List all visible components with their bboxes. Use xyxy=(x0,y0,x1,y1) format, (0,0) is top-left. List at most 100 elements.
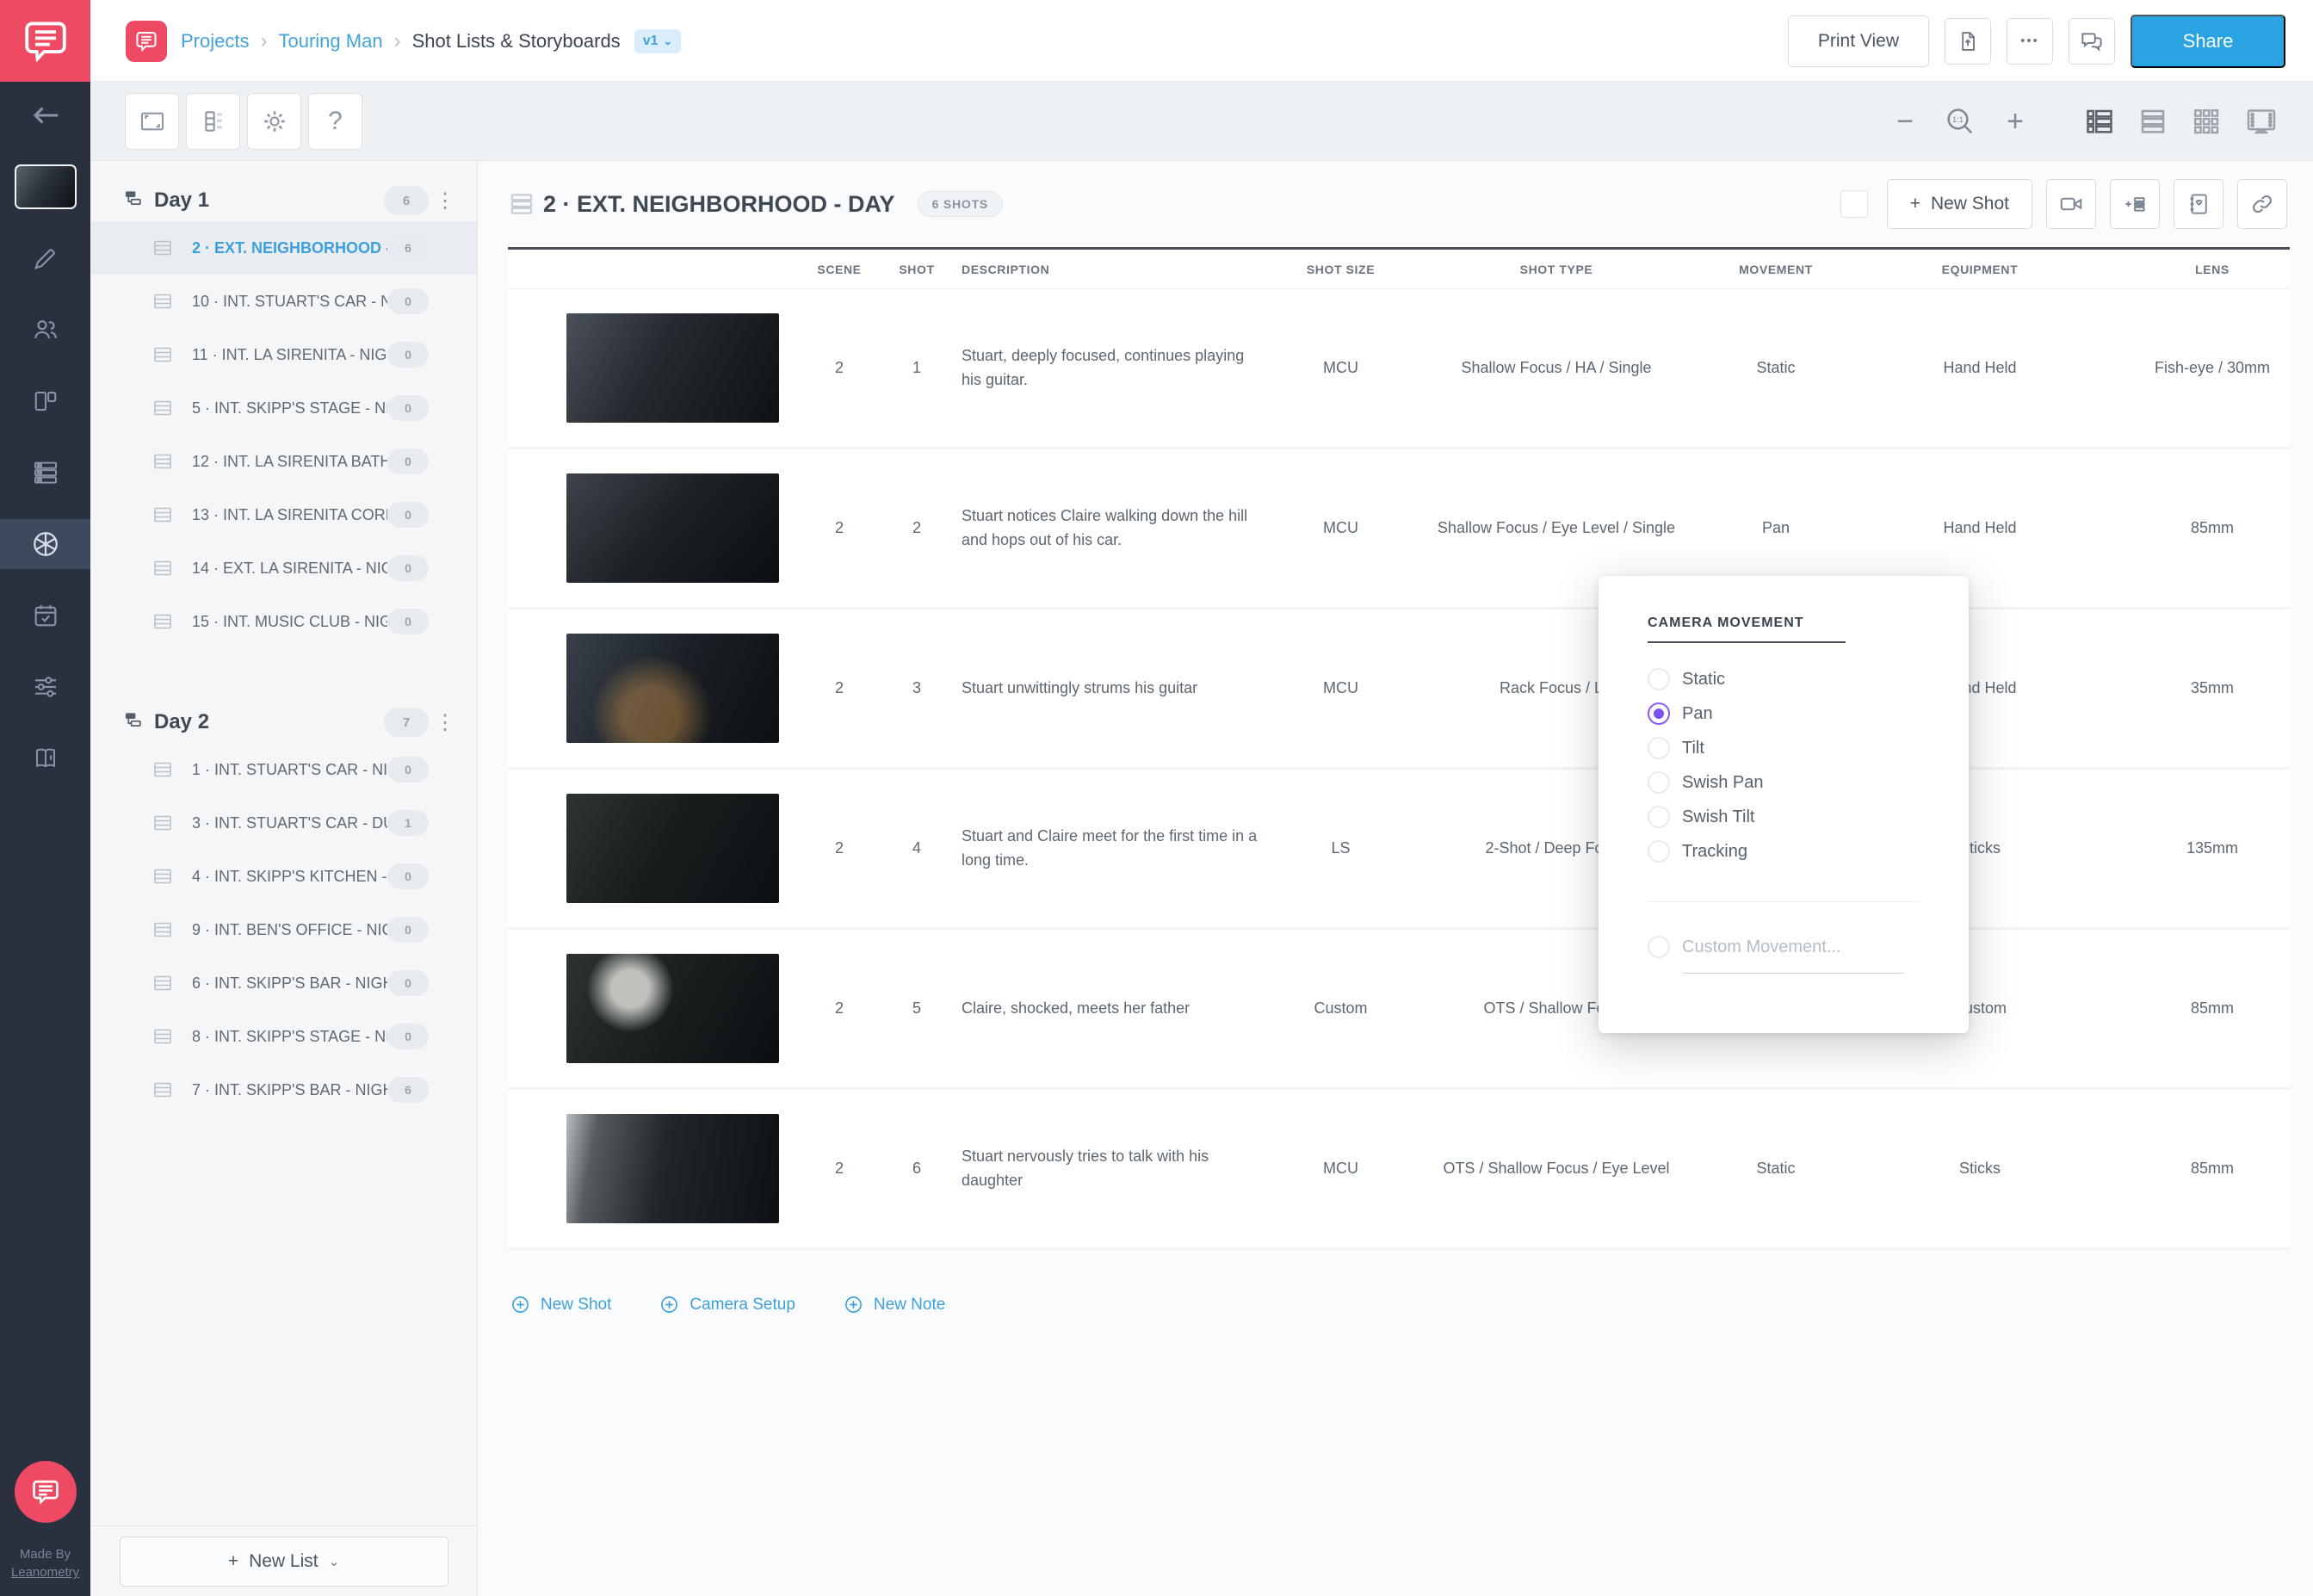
cell-equipment[interactable]: Sticks xyxy=(1825,1160,2135,1178)
cell-shot-size[interactable]: MCU xyxy=(1296,359,1386,377)
aspect-frame-button[interactable] xyxy=(125,92,179,150)
cell-equipment[interactable]: Hand Held xyxy=(1825,359,2135,377)
version-badge[interactable]: v1 ⌄ xyxy=(634,28,682,53)
cell-movement[interactable]: Static xyxy=(1727,359,1825,377)
movement-option-tilt[interactable]: Tilt xyxy=(1599,731,1969,765)
scene-list-item[interactable]: 11 · INT. LA SIRENITA - NIGHT 0 xyxy=(90,328,477,381)
scene-list-item[interactable]: 10 · INT. STUART'S CAR - NIGHT 0 xyxy=(90,275,477,328)
cell-description[interactable]: Stuart, deeply focused, continues playin… xyxy=(951,344,1296,393)
select-all-checkbox[interactable] xyxy=(1840,190,1868,218)
view-storyboard-button[interactable] xyxy=(2244,104,2279,139)
cell-shot-type[interactable]: Shallow Focus / HA / Single xyxy=(1386,359,1727,377)
comments-button[interactable] xyxy=(2069,17,2115,65)
day-menu-button[interactable]: ⋮ xyxy=(432,189,458,213)
cell-shot[interactable]: 6 xyxy=(882,1160,951,1178)
movement-option-tracking[interactable]: Tracking xyxy=(1599,834,1969,869)
radio-icon[interactable] xyxy=(1648,737,1670,759)
leanometry-link[interactable]: Leanometry xyxy=(11,1563,79,1582)
scene-list-item[interactable]: 6 · INT. SKIPP'S BAR - NIGHT 0 xyxy=(90,956,477,1010)
cell-lens[interactable]: Fish-eye / 30mm xyxy=(2135,359,2290,377)
cell-shot-size[interactable]: MCU xyxy=(1296,679,1386,697)
movement-option-swish-pan[interactable]: Swish Pan xyxy=(1599,765,1969,800)
scene-list-item[interactable]: 13 · INT. LA SIRENITA CORRID... 0 xyxy=(90,488,477,541)
scene-list-item[interactable]: 14 · EXT. LA SIRENITA - NIGHT 0 xyxy=(90,541,477,595)
radio-icon[interactable] xyxy=(1648,840,1670,863)
cell-equipment[interactable]: Hand Held xyxy=(1825,519,2135,537)
view-list-detail-button[interactable] xyxy=(2084,106,2115,137)
table-row[interactable]: 2 2 Stuart notices Claire walking down t… xyxy=(508,449,2290,609)
cell-shot[interactable]: 2 xyxy=(882,519,951,537)
view-rows-button[interactable] xyxy=(2137,106,2168,137)
table-row[interactable]: 2 5 Claire, shocked, meets her father Cu… xyxy=(508,930,2290,1090)
zoom-in-button[interactable]: + xyxy=(2007,107,2024,136)
view-grid-button[interactable] xyxy=(2191,106,2222,137)
scene-list-item[interactable]: 3 · INT. STUART'S CAR - DUSK 1 xyxy=(90,796,477,850)
camera-setup-button[interactable] xyxy=(2046,179,2096,229)
nav-reports[interactable] xyxy=(0,733,90,783)
cell-description[interactable]: Stuart nervously tries to talk with his … xyxy=(951,1145,1296,1193)
nav-contacts[interactable] xyxy=(0,305,90,355)
zoom-reset-button[interactable]: 1:1 xyxy=(1943,104,1977,139)
nav-breakdown[interactable] xyxy=(0,376,90,426)
shot-thumbnail[interactable] xyxy=(566,794,779,903)
scene-list-item[interactable]: 15 · INT. MUSIC CLUB - NIGHT 0 xyxy=(90,595,477,648)
cell-scene[interactable]: 2 xyxy=(796,999,882,1018)
cell-shot[interactable]: 5 xyxy=(882,999,951,1018)
export-file-button[interactable] xyxy=(1945,17,1991,65)
cell-description[interactable]: Stuart unwittingly strums his guitar xyxy=(951,677,1296,701)
day-2-header[interactable]: Day 2 7 ⋮ xyxy=(90,702,477,743)
cell-lens[interactable]: 135mm xyxy=(2135,839,2290,857)
help-button[interactable]: ? xyxy=(308,92,362,150)
cell-scene[interactable]: 2 xyxy=(796,1160,882,1178)
cell-shot-size[interactable]: MCU xyxy=(1296,1160,1386,1178)
notebook-button[interactable] xyxy=(2174,179,2223,229)
table-row[interactable]: 2 4 Stuart and Claire meet for the first… xyxy=(508,770,2290,930)
cell-scene[interactable]: 2 xyxy=(796,679,882,697)
cell-shot-type[interactable]: Shallow Focus / Eye Level / Single xyxy=(1386,519,1727,537)
day-menu-button[interactable]: ⋮ xyxy=(432,710,458,735)
breadcrumb-project-link[interactable]: Touring Man xyxy=(278,30,382,53)
settings-button[interactable] xyxy=(247,92,301,150)
nav-calendar[interactable] xyxy=(0,591,90,640)
cell-description[interactable]: Claire, shocked, meets her father xyxy=(951,997,1296,1021)
scene-list-item[interactable]: 4 · INT. SKIPP'S KITCHEN - NIG... 0 xyxy=(90,850,477,903)
shot-thumbnail[interactable] xyxy=(566,954,779,1063)
new-note-link[interactable]: New Note xyxy=(844,1295,945,1315)
scene-list-item[interactable]: 12 · INT. LA SIRENITA BATHRO... 0 xyxy=(90,435,477,488)
radio-icon[interactable] xyxy=(1648,668,1670,690)
cell-shot[interactable]: 4 xyxy=(882,839,951,857)
camera-setup-link[interactable]: Camera Setup xyxy=(659,1295,795,1315)
movement-option-swish-tilt[interactable]: Swish Tilt xyxy=(1599,800,1969,834)
scene-list-item[interactable]: 8 · INT. SKIPP'S STAGE - NIGHT 0 xyxy=(90,1010,477,1063)
cell-shot-type[interactable]: OTS / Shallow Focus / Eye Level xyxy=(1386,1160,1727,1178)
cell-movement[interactable]: Pan xyxy=(1727,519,1825,537)
table-row[interactable]: 2 3 Stuart unwittingly strums his guitar… xyxy=(508,609,2290,770)
nav-shot-lists[interactable] xyxy=(0,519,90,569)
movement-option-static[interactable]: Static xyxy=(1599,662,1969,696)
cell-scene[interactable]: 2 xyxy=(796,839,882,857)
cell-scene[interactable]: 2 xyxy=(796,519,882,537)
cell-shot-size[interactable]: Custom xyxy=(1296,999,1386,1018)
day-1-header[interactable]: Day 1 6 ⋮ xyxy=(90,180,477,221)
nav-script-edit[interactable] xyxy=(0,233,90,283)
cell-shot[interactable]: 1 xyxy=(882,359,951,377)
radio-icon[interactable] xyxy=(1648,771,1670,794)
radio-icon[interactable] xyxy=(1648,936,1670,958)
cell-shot-size[interactable]: LS xyxy=(1296,839,1386,857)
back-button[interactable] xyxy=(0,90,90,140)
radio-selected-icon[interactable] xyxy=(1648,702,1670,725)
cell-description[interactable]: Stuart and Claire meet for the first tim… xyxy=(951,825,1296,873)
zoom-out-button[interactable]: − xyxy=(1896,107,1914,136)
scene-list-item[interactable]: 7 · INT. SKIPP'S BAR - NIGHT 6 xyxy=(90,1063,477,1117)
share-button[interactable]: Share xyxy=(2131,14,2285,68)
cell-shot[interactable]: 3 xyxy=(882,679,951,697)
cell-lens[interactable]: 35mm xyxy=(2135,679,2290,697)
app-logo[interactable] xyxy=(0,0,90,82)
custom-movement-input[interactable]: Custom Movement... xyxy=(1682,937,1841,957)
movement-option-custom[interactable]: Custom Movement... xyxy=(1599,930,1969,964)
shot-thumbnail[interactable] xyxy=(566,473,779,583)
nav-stripboard[interactable] xyxy=(0,448,90,498)
print-view-button[interactable]: Print View xyxy=(1787,15,1929,67)
columns-setup-button[interactable] xyxy=(186,92,240,150)
cell-lens[interactable]: 85mm xyxy=(2135,519,2290,537)
